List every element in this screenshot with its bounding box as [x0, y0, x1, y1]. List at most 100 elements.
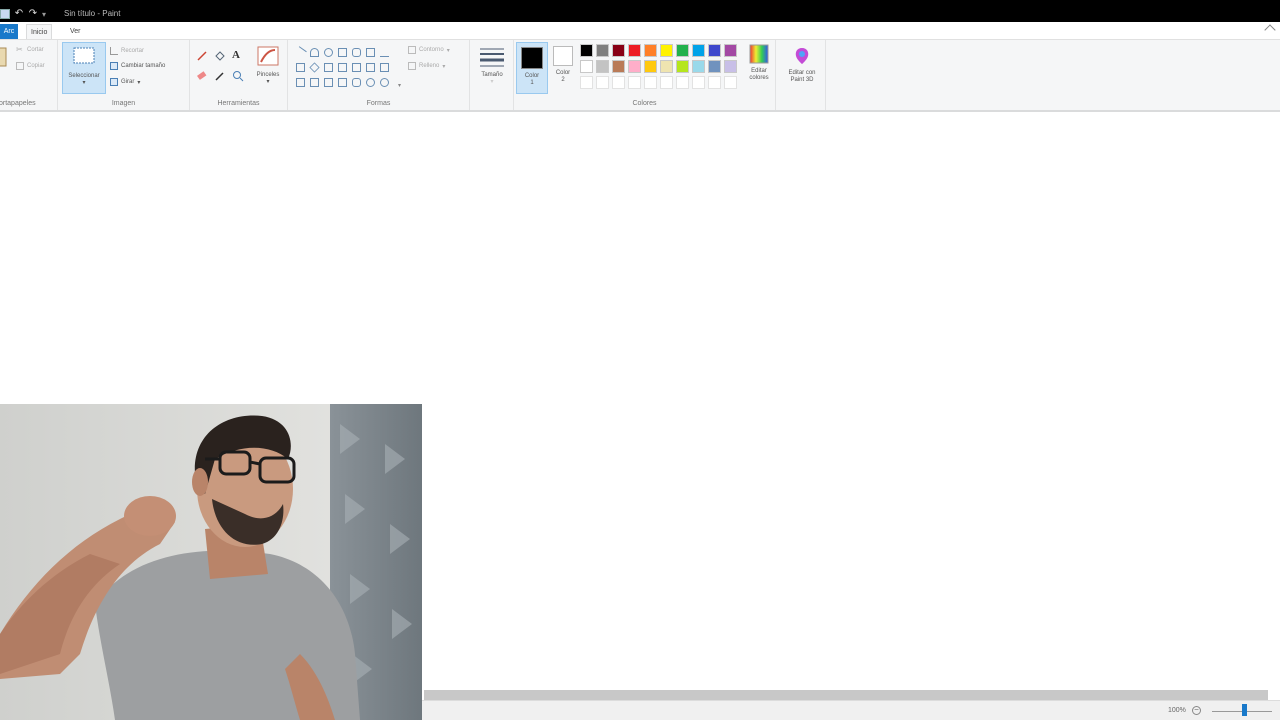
select-button[interactable]: Seleccionar ▾ [62, 42, 106, 94]
palette-swatch[interactable] [612, 44, 625, 57]
custom-color-swatch[interactable] [692, 76, 705, 89]
palette-swatch[interactable] [644, 44, 657, 57]
callout-oval-shape-icon[interactable] [366, 78, 375, 87]
palette-swatch[interactable] [708, 44, 721, 57]
palette-swatch[interactable] [676, 44, 689, 57]
collapse-ribbon-icon[interactable] [1264, 24, 1276, 36]
palette-swatch[interactable] [660, 60, 673, 73]
hexagon-shape-icon[interactable] [338, 63, 347, 72]
outline-label: Contorno [419, 47, 444, 53]
pencil-icon[interactable] [196, 50, 208, 62]
shapes-more-icon[interactable]: ▾ [398, 82, 401, 89]
custom-color-swatch[interactable] [644, 76, 657, 89]
custom-color-swatch[interactable] [660, 76, 673, 89]
tab-home[interactable]: Inicio [26, 24, 53, 39]
edit-colors-label: Editar colores [749, 68, 769, 81]
triangle-shape-icon[interactable] [380, 48, 389, 57]
line-shape-icon[interactable] [294, 46, 307, 59]
rotate-button[interactable]: Girar ▾ [110, 78, 140, 86]
fill-icon[interactable] [214, 50, 226, 62]
color2-button[interactable]: Color 2 [550, 42, 576, 94]
curve-shape-icon[interactable] [310, 48, 319, 57]
four-point-star-shape-icon[interactable] [310, 78, 319, 87]
diamond-shape-icon[interactable] [309, 62, 320, 73]
custom-color-swatch[interactable] [724, 76, 737, 89]
fill-dropdown-icon: ▾ [442, 63, 446, 70]
paste-icon [0, 47, 7, 67]
palette-swatch[interactable] [724, 60, 737, 73]
palette-swatch[interactable] [628, 60, 641, 73]
fill-bucket-icon [408, 62, 416, 70]
palette-swatch[interactable] [708, 60, 721, 73]
tab-file[interactable]: Arc [0, 24, 18, 39]
magnifier-icon[interactable] [232, 70, 244, 82]
up-arrow-shape-icon[interactable] [380, 63, 389, 72]
copy-button[interactable]: Copiar [16, 62, 45, 70]
outline-button[interactable]: Contorno ▾ [408, 46, 450, 54]
ribbon-tabs: Arc Inicio Ver [0, 22, 1280, 40]
custom-color-swatch[interactable] [708, 76, 721, 89]
horizontal-scrollbar[interactable] [424, 690, 1268, 700]
customize-qa-icon[interactable]: ▾ [42, 10, 46, 19]
color-picker-icon[interactable] [214, 70, 226, 82]
rounded-rectangle-shape-icon[interactable] [352, 48, 361, 57]
text-tool-icon[interactable]: A [232, 49, 240, 61]
custom-color-swatch[interactable] [628, 76, 641, 89]
pentagon-shape-icon[interactable] [324, 63, 333, 72]
quick-access-toolbar: ↶ ↷ ▾ [0, 7, 46, 21]
clipboard-group: ✂ Cortar Copiar ortapapeles [0, 40, 58, 110]
polygon-shape-icon[interactable] [366, 48, 375, 57]
shapes-gallery[interactable] [294, 46, 400, 92]
left-arrow-shape-icon[interactable] [366, 63, 375, 72]
color2-swatch [553, 46, 573, 66]
palette-swatch[interactable] [692, 44, 705, 57]
zoom-out-icon[interactable]: − [1192, 706, 1201, 715]
palette-swatch[interactable] [596, 60, 609, 73]
crop-button[interactable]: Recortar [110, 47, 144, 55]
color1-swatch [521, 47, 543, 69]
color-palette [580, 44, 744, 92]
oval-shape-icon[interactable] [324, 48, 333, 57]
palette-swatch[interactable] [660, 44, 673, 57]
palette-swatch[interactable] [692, 60, 705, 73]
palette-swatch[interactable] [612, 60, 625, 73]
paste-button[interactable] [0, 46, 8, 68]
edit-with-paint3d-button[interactable]: Editar con Paint 3D [782, 46, 822, 84]
right-triangle-shape-icon[interactable] [296, 63, 305, 72]
palette-swatch[interactable] [724, 44, 737, 57]
custom-color-swatch[interactable] [580, 76, 593, 89]
tab-view[interactable]: Ver [66, 24, 85, 39]
size-button[interactable]: Tamaño ▾ [476, 46, 508, 86]
rotate-label: Girar [121, 79, 135, 85]
save-icon[interactable] [0, 9, 10, 19]
redo-icon[interactable]: ↷ [28, 9, 38, 19]
color1-button[interactable]: Color 1 [516, 42, 548, 94]
palette-swatch[interactable] [676, 60, 689, 73]
rectangle-shape-icon[interactable] [338, 48, 347, 57]
palette-swatch[interactable] [596, 44, 609, 57]
brushes-button[interactable]: Pinceles ▾ [252, 46, 284, 86]
resize-button[interactable]: Cambiar tamaño [110, 62, 165, 70]
callout-cloud-shape-icon[interactable] [380, 78, 389, 87]
undo-icon[interactable]: ↶ [14, 9, 24, 19]
callout-rectangle-shape-icon[interactable] [352, 78, 361, 87]
down-arrow-shape-icon[interactable] [296, 78, 305, 87]
custom-color-swatch[interactable] [596, 76, 609, 89]
edit-colors-button[interactable]: Editar colores [744, 44, 774, 82]
zoom-slider-thumb[interactable] [1242, 704, 1247, 716]
palette-swatch[interactable] [580, 44, 593, 57]
eraser-icon[interactable] [196, 70, 208, 82]
palette-swatch[interactable] [580, 60, 593, 73]
paint3d-label: Editar con Paint 3D [788, 70, 816, 83]
right-arrow-shape-icon[interactable] [352, 63, 361, 72]
fill-button[interactable]: Relleno ▾ [408, 62, 445, 70]
brushes-dropdown-icon: ▾ [266, 79, 270, 85]
palette-swatch[interactable] [628, 44, 641, 57]
custom-color-swatch[interactable] [676, 76, 689, 89]
five-point-star-shape-icon[interactable] [324, 78, 333, 87]
palette-swatch[interactable] [644, 60, 657, 73]
resize-icon [110, 62, 118, 70]
cut-button[interactable]: ✂ Cortar [16, 46, 44, 54]
six-point-star-shape-icon[interactable] [338, 78, 347, 87]
custom-color-swatch[interactable] [612, 76, 625, 89]
